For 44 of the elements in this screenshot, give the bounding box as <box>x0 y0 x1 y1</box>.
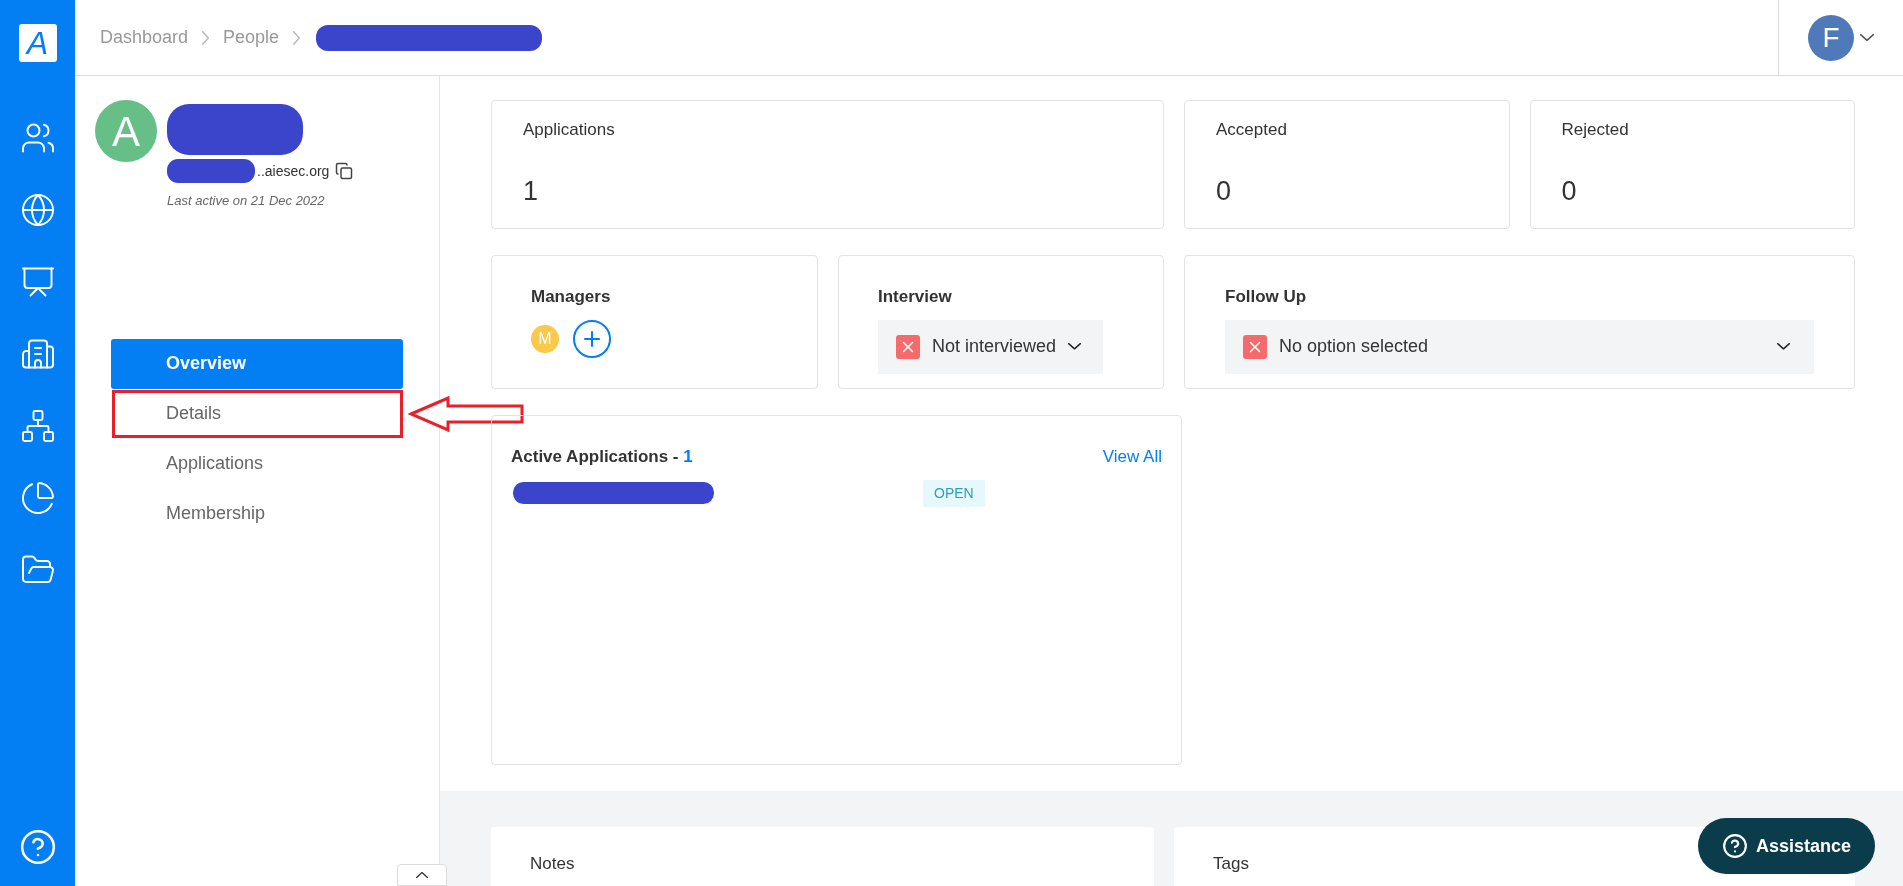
add-manager-button[interactable] <box>573 319 611 358</box>
globe-icon[interactable] <box>19 192 56 228</box>
card-title: Managers <box>531 286 612 308</box>
stat-value: 0 <box>1561 174 1578 208</box>
card-title: Active Applications - 1 <box>511 446 693 468</box>
follow-up-dropdown[interactable]: No option selected <box>1225 319 1814 374</box>
email-text: ..aiesec.org <box>257 161 330 181</box>
chevron-icon <box>1860 34 1874 41</box>
profile-menu-item[interactable]: Overview <box>111 338 403 389</box>
chevron-icon <box>202 30 210 45</box>
card-title: Follow Up <box>1225 286 1308 308</box>
view-all-link[interactable]: View All <box>1102 444 1162 470</box>
stat-value: 0 <box>1216 174 1233 208</box>
cross-icon <box>896 334 920 359</box>
user-menu[interactable]: F <box>1778 0 1903 75</box>
profile-avatar: A <box>95 100 157 162</box>
stat-label: Applications <box>523 119 616 141</box>
pie-chart-icon[interactable] <box>19 480 56 516</box>
stat-value: 1 <box>523 174 540 208</box>
chevron-icon <box>293 30 301 45</box>
card-title: Tags <box>1213 854 1249 873</box>
hierarchy-icon[interactable] <box>19 408 56 444</box>
manager-avatar: M <box>531 324 559 353</box>
interview-dropdown[interactable]: Not interviewed <box>878 319 1103 374</box>
card-title: Notes <box>530 854 575 873</box>
profile-menu-item[interactable]: Applications <box>111 438 403 489</box>
cross-icon <box>1243 334 1267 359</box>
app-logo[interactable]: A <box>18 24 57 62</box>
copy-icon[interactable] <box>335 162 354 180</box>
last-active-text: Last active on 21 Dec 2022 <box>167 192 326 210</box>
profile-menu-item[interactable]: Details <box>111 388 403 439</box>
help-icon[interactable] <box>18 828 57 866</box>
user-avatar: F <box>1808 14 1854 61</box>
chevron-icon <box>1777 343 1790 350</box>
help-icon <box>1721 833 1748 859</box>
status-badge: OPEN <box>923 479 985 507</box>
stat-label: Rejected <box>1561 119 1630 141</box>
assistance-button[interactable]: Assistance <box>1697 818 1875 874</box>
profile-menu-item[interactable]: Membership <box>111 488 403 539</box>
stat-label: Accepted <box>1216 119 1288 141</box>
chevron-icon <box>1068 343 1082 350</box>
breadcrumb-link[interactable]: Dashboard <box>100 24 189 51</box>
card-title: Interview <box>878 286 953 308</box>
chevron-icon <box>416 872 428 878</box>
